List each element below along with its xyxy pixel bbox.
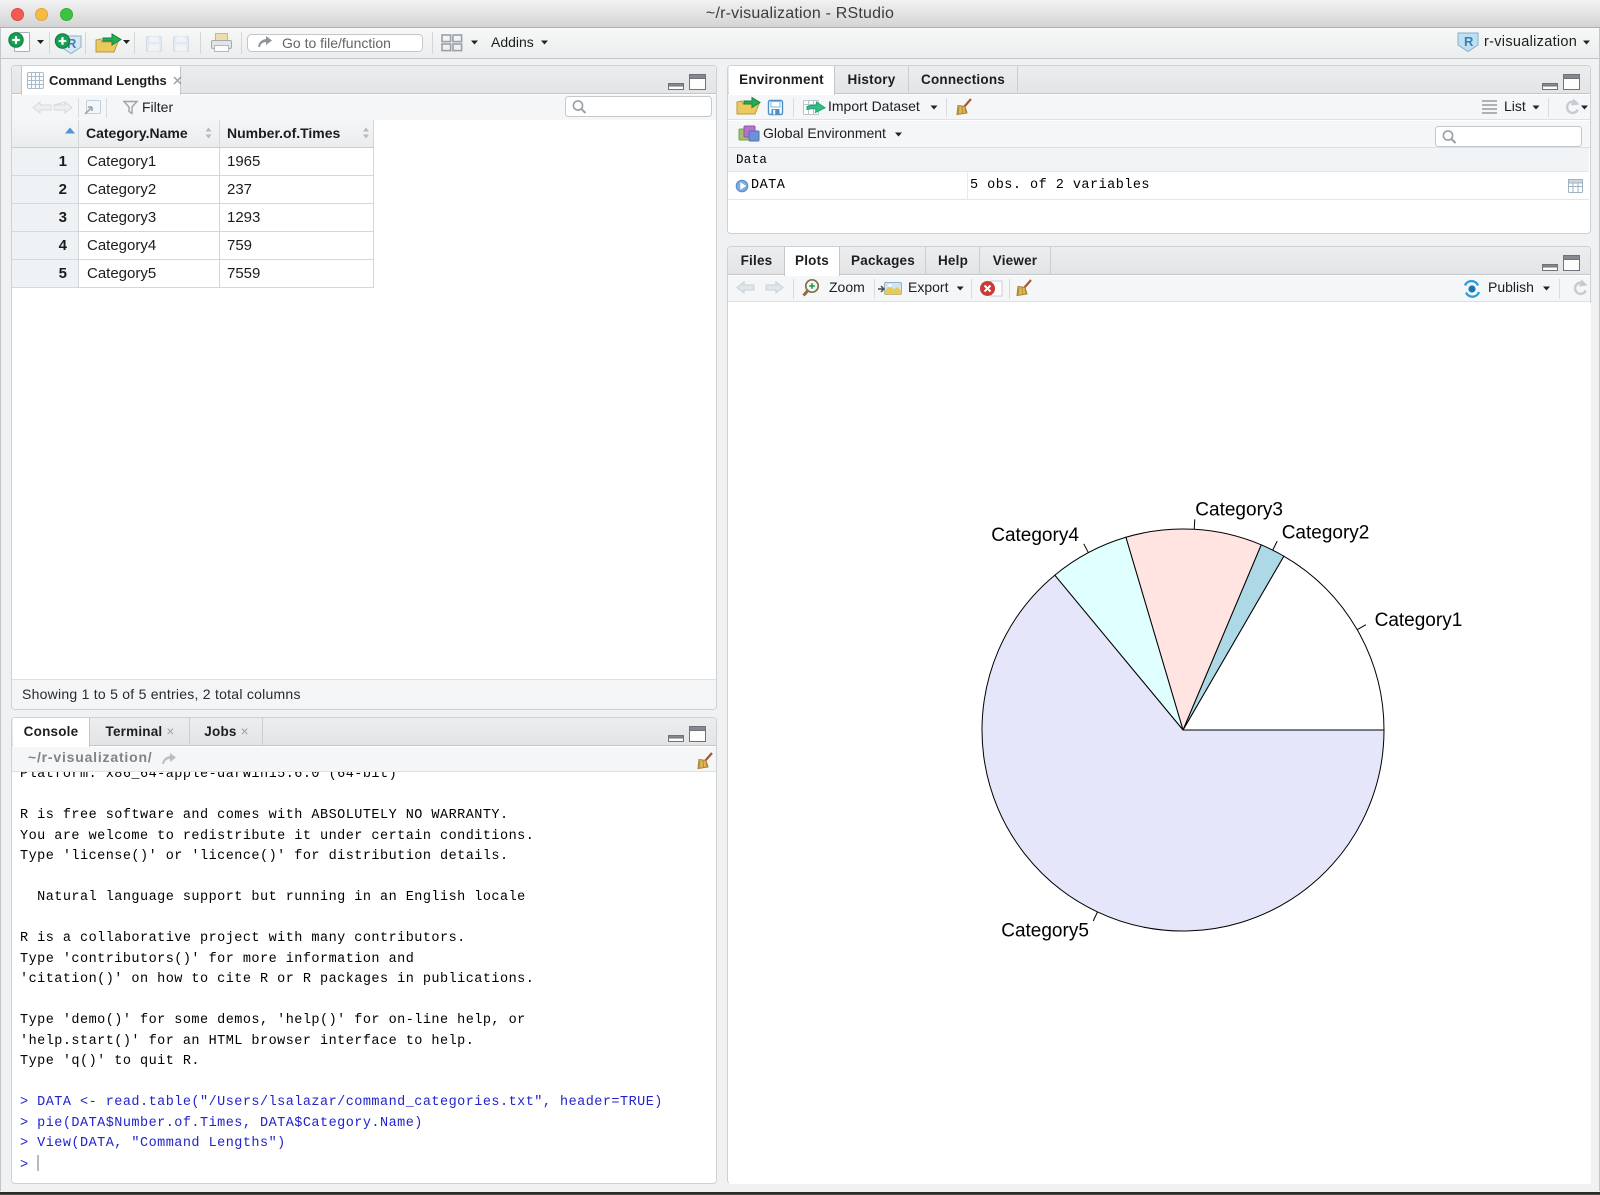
svg-text:Category1: Category1 [1375,610,1463,631]
svg-text:Category3: Category3 [1195,500,1283,521]
svg-text:Category4: Category4 [991,525,1079,546]
svg-text:R: R [1464,34,1474,49]
svg-text:Category5: Category5 [1001,920,1089,941]
svg-text:Category2: Category2 [1282,522,1370,543]
